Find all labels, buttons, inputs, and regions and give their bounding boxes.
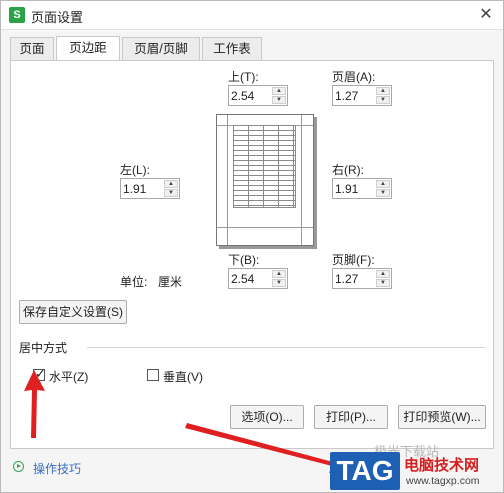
unit-value: 厘米 <box>158 275 183 289</box>
left-margin-label: 左(L): <box>120 163 151 177</box>
bottom-margin-label: 下(B): <box>228 253 260 267</box>
spin-up-icon[interactable]: ▲ <box>164 180 178 188</box>
print-preview-button[interactable]: 打印预览(W)... <box>398 405 486 429</box>
bottom-margin-input[interactable] <box>231 271 271 286</box>
right-guide-line <box>301 115 302 245</box>
left-margin-spinner[interactable]: ▲▼ <box>120 178 180 199</box>
unit-label: 单位: <box>120 275 148 289</box>
footer-margin-spinner[interactable]: ▲▼ <box>332 268 392 289</box>
footer-margin-label: 页脚(F): <box>332 253 375 267</box>
spin-up-icon[interactable]: ▲ <box>272 270 286 278</box>
tag-logo: TAG <box>330 452 400 490</box>
horizontal-center-label[interactable]: 水平(Z) <box>49 368 88 385</box>
tips-label[interactable]: 操作技巧 <box>33 460 81 477</box>
top-margin-input[interactable] <box>231 88 271 103</box>
left-margin-input[interactable] <box>123 181 163 196</box>
header-margin-spinner[interactable]: ▲▼ <box>332 85 392 106</box>
right-margin-spinner[interactable]: ▲▼ <box>332 178 392 199</box>
tab-page[interactable]: 页面 <box>10 37 54 60</box>
section-divider <box>87 347 485 348</box>
right-margin-label: 右(R): <box>332 163 364 177</box>
bottom-margin-spinner[interactable]: ▲▼ <box>228 268 288 289</box>
watermark-site-name: 电脑技术网 <box>404 457 480 474</box>
options-button[interactable]: 选项(O)... <box>230 405 304 429</box>
margins-panel: 上(T): ▲▼ 页眉(A): ▲▼ 左(L): ▲▼ 右(R): ▲▼ <box>10 60 494 449</box>
footer-margin-input[interactable] <box>335 271 375 286</box>
spin-up-icon[interactable]: ▲ <box>376 180 390 188</box>
tab-margins[interactable]: 页边距 <box>56 36 120 61</box>
play-circle-icon <box>13 461 24 472</box>
right-margin-input[interactable] <box>335 181 375 196</box>
vertical-center-label[interactable]: 垂直(V) <box>163 368 203 385</box>
save-custom-settings-button[interactable]: 保存自定义设置(S) <box>19 300 127 324</box>
center-section-title: 居中方式 <box>19 341 68 355</box>
watermark: 极光下载站 TAG 电脑技术网 www.tagxp.com <box>330 444 502 492</box>
spin-down-icon[interactable]: ▼ <box>164 189 178 197</box>
spin-down-icon[interactable]: ▼ <box>272 96 286 104</box>
checkmark-icon: ✓ <box>35 366 46 381</box>
spin-down-icon[interactable]: ▼ <box>272 279 286 287</box>
spin-down-icon[interactable]: ▼ <box>376 96 390 104</box>
preview-sheet-grid <box>233 125 296 208</box>
spin-down-icon[interactable]: ▼ <box>376 189 390 197</box>
tab-worksheet[interactable]: 工作表 <box>202 37 262 60</box>
spin-up-icon[interactable]: ▲ <box>272 87 286 95</box>
tab-header-footer[interactable]: 页眉/页脚 <box>122 37 200 60</box>
left-guide-line <box>227 115 228 245</box>
print-button[interactable]: 打印(P)... <box>314 405 388 429</box>
spin-up-icon[interactable]: ▲ <box>376 270 390 278</box>
page-setup-dialog: S 页面设置 ✕ 页面 页边距 页眉/页脚 工作表 上(T): ▲▼ 页眉(A)… <box>0 0 504 493</box>
top-margin-spinner[interactable]: ▲▼ <box>228 85 288 106</box>
header-margin-input[interactable] <box>335 88 375 103</box>
spin-up-icon[interactable]: ▲ <box>376 87 390 95</box>
title-bar: S 页面设置 ✕ <box>1 1 503 30</box>
bottom-guide-line <box>217 227 313 228</box>
horizontal-center-checkbox[interactable]: ✓ <box>33 366 46 381</box>
vertical-center-checkbox[interactable] <box>147 369 159 381</box>
spin-down-icon[interactable]: ▼ <box>376 279 390 287</box>
dialog-title: 页面设置 <box>31 10 84 25</box>
top-margin-label: 上(T): <box>228 70 259 84</box>
close-icon[interactable]: ✕ <box>475 4 497 26</box>
wps-s-icon: S <box>9 7 25 23</box>
watermark-url: www.tagxp.com <box>406 475 480 487</box>
page-preview <box>216 114 314 246</box>
header-margin-label: 页眉(A): <box>332 70 376 84</box>
